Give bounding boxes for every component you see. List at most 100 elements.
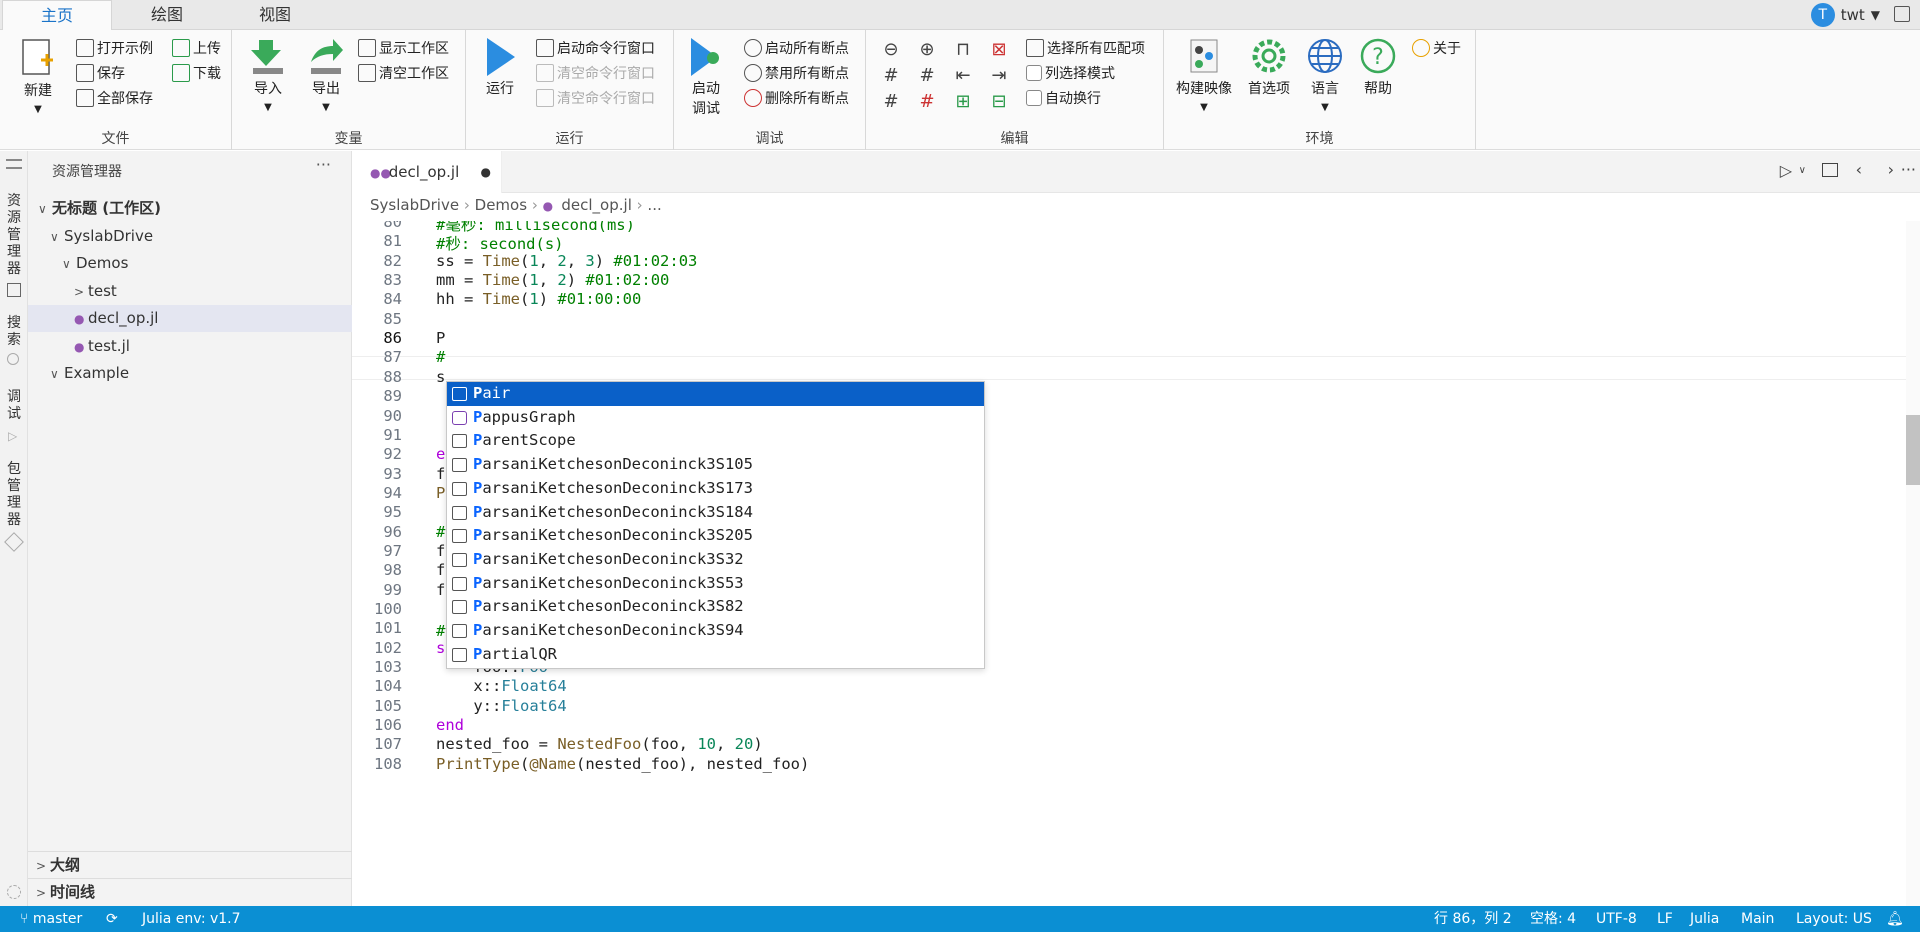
suggestion-item[interactable]: PappusGraph — [447, 406, 984, 430]
bell-icon[interactable]: 🔔︎ — [1886, 906, 1904, 932]
comment-icon[interactable]: # — [880, 64, 902, 86]
tab-plot[interactable]: 绘图 — [112, 0, 222, 30]
start-command-window-button[interactable]: 启动命令行窗口 — [536, 37, 655, 59]
download-button[interactable]: 下载 — [172, 62, 221, 84]
keyboard-layout[interactable]: Layout: US — [1796, 906, 1872, 932]
julia-module[interactable]: Main — [1741, 906, 1774, 932]
clear-command-window-button-2[interactable]: 清空命令行窗口 — [536, 87, 655, 109]
select-all-matches-button[interactable]: 选择所有匹配项 — [1026, 37, 1145, 59]
column-select-checkbox[interactable]: 列选择模式 — [1026, 62, 1115, 84]
language-button[interactable]: 语言 ▼ — [1302, 36, 1348, 114]
forward-icon[interactable]: ⊕ — [916, 38, 938, 60]
user-menu[interactable]: T twt ▼ — [1810, 3, 1880, 27]
enable-breakpoints-button[interactable]: 启动所有断点 — [744, 37, 849, 59]
editor-scrollbar[interactable] — [1906, 221, 1920, 906]
save-button[interactable]: 保存 — [76, 62, 125, 84]
tree-item[interactable]: ∨ Demos — [28, 250, 352, 277]
about-button[interactable]: 关于 — [1412, 37, 1461, 59]
breadcrumb-item[interactable]: SyslabDrive — [370, 196, 459, 214]
suggestion-item[interactable]: ParsaniKetchesonDeconinck3S94 — [447, 619, 984, 643]
open-example-button[interactable]: 打开示例 — [76, 37, 153, 59]
more-actions-icon[interactable]: ··· — [316, 155, 331, 174]
language-mode[interactable]: Julia — [1690, 906, 1719, 932]
suggestion-item[interactable]: ParsaniKetchesonDeconinck3S205 — [447, 524, 984, 548]
git-branch[interactable]: ⑂ master — [20, 906, 82, 932]
suggestion-item[interactable]: ParsaniKetchesonDeconinck3S82 — [447, 595, 984, 619]
suggestion-item[interactable]: Pair — [447, 382, 984, 406]
activity-packages[interactable]: 包管理器 — [5, 461, 23, 529]
cursor-position[interactable]: 行 86，列 2 — [1434, 906, 1512, 932]
split-editor-icon[interactable] — [1822, 163, 1838, 177]
suggestion-item[interactable]: ParsaniKetchesonDeconinck3S105 — [447, 453, 984, 477]
suggestion-item[interactable]: ParentScope — [447, 429, 984, 453]
word-wrap-checkbox[interactable]: 自动换行 — [1026, 87, 1101, 109]
block-comment-icon[interactable]: # — [880, 90, 902, 112]
breakpoint-disable-icon — [744, 64, 762, 82]
chevron-left-icon[interactable]: ‹ — [1856, 160, 1862, 179]
suggestion-item[interactable]: ParsaniKetchesonDeconinck3S173 — [447, 477, 984, 501]
more-actions-icon[interactable]: ··· — [1901, 160, 1916, 179]
activity-debug[interactable]: 调试 — [5, 389, 23, 423]
run-file-icon[interactable]: ▷ — [1780, 161, 1792, 180]
help-button[interactable]: ? 帮助 — [1356, 36, 1400, 98]
encoding[interactable]: UTF-8 — [1596, 906, 1637, 932]
indent-icon[interactable]: ⇥ — [988, 64, 1010, 86]
activity-search[interactable]: 搜索 — [5, 315, 23, 349]
end-of-line[interactable]: LF — [1657, 906, 1673, 932]
chevron-right-icon[interactable]: › — [1888, 160, 1894, 179]
back-icon[interactable]: ⊖ — [880, 38, 902, 60]
julia-env[interactable]: Julia env: v1.7 — [142, 906, 241, 932]
tab-view[interactable]: 视图 — [222, 0, 328, 30]
chevron-down-icon[interactable]: ∨ — [1799, 165, 1806, 176]
suggestion-item[interactable]: ParsaniKetchesonDeconinck3S53 — [447, 572, 984, 596]
tab-home[interactable]: 主页 — [2, 0, 112, 30]
breadcrumb-item[interactable]: decl_op.jl — [561, 196, 631, 214]
fold-icon[interactable]: ⊞ — [952, 90, 974, 112]
bookmark-clear-icon[interactable]: ⊠ — [988, 38, 1010, 60]
breadcrumb-item[interactable]: Demos — [475, 196, 527, 214]
outline-section[interactable]: > 大纲 — [28, 852, 352, 879]
tree-item[interactable]: > test — [28, 278, 352, 305]
upload-button[interactable]: 上传 — [172, 37, 221, 59]
outdent-icon[interactable]: ⇤ — [952, 64, 974, 86]
suggestion-item[interactable]: ParsaniKetchesonDeconinck3S184 — [447, 501, 984, 525]
show-workspace-button[interactable]: 显示工作区 — [358, 37, 449, 59]
tree-item[interactable]: ∨ SyslabDrive — [28, 223, 352, 250]
export-button[interactable]: 导出 ▼ — [304, 36, 348, 114]
bookmark-icon[interactable]: ⊓ — [952, 38, 974, 60]
gear-icon[interactable] — [7, 885, 21, 899]
block-uncomment-icon[interactable]: # — [916, 90, 938, 112]
activity-explorer[interactable]: 资源管理器 — [5, 193, 23, 278]
scrollbar-thumb[interactable] — [1906, 415, 1920, 485]
suggestion-item[interactable]: ParsaniKetchesonDeconinck3S32 — [447, 548, 984, 572]
indent-spaces[interactable]: 空格: 4 — [1530, 906, 1576, 932]
disable-breakpoints-button[interactable]: 禁用所有断点 — [744, 62, 849, 84]
breadcrumb-item[interactable]: ... — [647, 196, 661, 214]
suggestion-item[interactable]: PartialQR — [447, 643, 984, 667]
tree-item[interactable]: ● test.jl — [28, 333, 352, 360]
uncomment-icon[interactable]: # — [916, 64, 938, 86]
clear-workspace-button[interactable]: 清空工作区 — [358, 62, 449, 84]
build-image-button[interactable]: 构建映像 ▼ — [1172, 36, 1236, 114]
maximize-icon[interactable] — [1894, 6, 1910, 22]
sync-icon[interactable]: ⟳ — [106, 906, 118, 932]
unfold-icon[interactable]: ⊟ — [988, 90, 1010, 112]
start-debug-button[interactable]: 启动 调试 — [686, 36, 726, 118]
chevron-down-icon: ▼ — [34, 104, 42, 115]
unsaved-dot-icon[interactable]: ● — [481, 151, 491, 193]
menu-icon[interactable] — [6, 159, 22, 169]
tree-item[interactable]: ● decl_op.jl — [28, 305, 352, 332]
import-button[interactable]: 导入 ▼ — [246, 36, 290, 114]
new-button[interactable]: 新建 ▼ — [14, 38, 62, 116]
tree-item[interactable]: ∨ 无标题 (工作区) — [28, 195, 352, 222]
delete-breakpoints-button[interactable]: 删除所有断点 — [744, 87, 849, 109]
suggestion-label: arsaniKetchesonDeconinck3S53 — [482, 573, 744, 592]
timeline-section[interactable]: > 时间线 — [28, 879, 352, 906]
run-button[interactable]: 运行 — [478, 36, 522, 98]
workspace-icon — [358, 39, 376, 57]
editor-tab[interactable]: ●● decl_op.jl ● — [352, 151, 502, 193]
preferences-button[interactable]: 首选项 — [1242, 36, 1296, 98]
save-all-button[interactable]: 全部保存 — [76, 87, 153, 109]
clear-command-window-button[interactable]: 清空命令行窗口 — [536, 62, 655, 84]
tree-item[interactable]: ∨ Example — [28, 360, 352, 387]
